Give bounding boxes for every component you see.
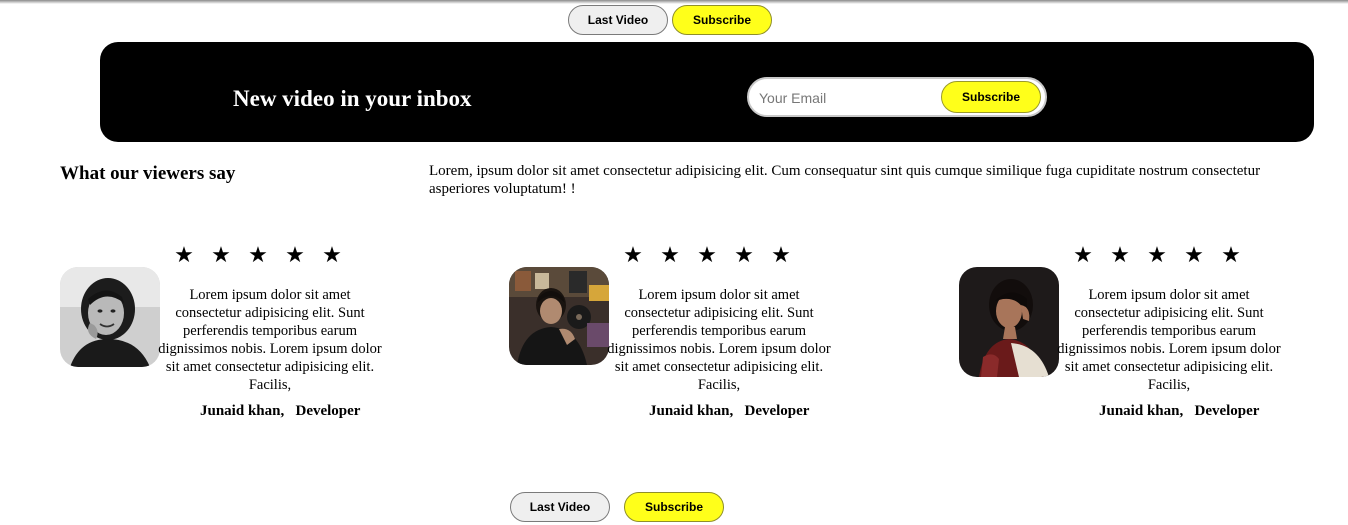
star-icon: ★ <box>285 242 305 267</box>
author-role: Developer <box>744 403 810 419</box>
email-form: Subscribe <box>747 77 1047 117</box>
review-author: Junaid khan, Developer <box>1099 403 1259 420</box>
last-video-button[interactable]: Last Video <box>510 492 610 522</box>
star-icon: ★ <box>1184 242 1204 267</box>
star-icon: ★ <box>1073 242 1093 267</box>
star-icon: ★ <box>734 242 754 267</box>
section-description: Lorem, ipsum dolor sit amet consectetur … <box>429 163 1261 197</box>
email-subscribe-button[interactable]: Subscribe <box>941 81 1041 113</box>
email-input[interactable] <box>759 88 939 108</box>
review-text: Lorem ipsum dolor sit amet consectetur a… <box>158 287 382 393</box>
star-icon: ★ <box>623 242 643 267</box>
star-rating: ★ ★ ★ ★ ★ <box>622 244 792 266</box>
star-rating: ★ ★ ★ ★ ★ <box>173 244 343 266</box>
star-icon: ★ <box>771 242 791 267</box>
author-name: Junaid khan, <box>1099 403 1184 419</box>
star-icon: ★ <box>1110 242 1130 267</box>
subscribe-button[interactable]: Subscribe <box>624 492 724 522</box>
author-role: Developer <box>295 403 361 419</box>
author-role: Developer <box>1194 403 1260 419</box>
top-shadow <box>0 0 1348 4</box>
avatar <box>959 267 1059 377</box>
last-video-button[interactable]: Last Video <box>568 5 668 35</box>
star-icon: ★ <box>211 242 231 267</box>
star-icon: ★ <box>248 242 268 267</box>
star-rating: ★ ★ ★ ★ ★ <box>1072 244 1242 266</box>
star-icon: ★ <box>1221 242 1241 267</box>
star-icon: ★ <box>174 242 194 267</box>
subscribe-button[interactable]: Subscribe <box>672 5 772 35</box>
star-icon: ★ <box>697 242 717 267</box>
author-name: Junaid khan, <box>200 403 285 419</box>
author-name: Junaid khan, <box>649 403 734 419</box>
review-author: Junaid khan, Developer <box>649 403 809 420</box>
avatar <box>60 267 160 367</box>
section-title: What our viewers say <box>60 163 236 184</box>
banner-title: New video in your inbox <box>233 86 472 111</box>
review-author: Junaid khan, Developer <box>200 403 360 420</box>
star-icon: ★ <box>660 242 680 267</box>
star-icon: ★ <box>1147 242 1167 267</box>
review-card: ★ ★ ★ ★ ★ Lorem ipsum dolor sit amet con… <box>959 240 1299 430</box>
review-card: ★ ★ ★ ★ ★ Lorem ipsum dolor sit amet con… <box>509 240 849 430</box>
review-card: ★ ★ ★ ★ ★ Lorem ipsum dolor sit amet con… <box>60 240 400 430</box>
review-text: Lorem ipsum dolor sit amet consectetur a… <box>607 287 831 393</box>
newsletter-banner: New video in your inbox Subscribe <box>100 42 1314 142</box>
top-button-row: Last Video Subscribe <box>568 5 772 35</box>
bottom-button-row: Last Video Subscribe <box>510 492 724 522</box>
star-icon: ★ <box>322 242 342 267</box>
avatar <box>509 267 609 365</box>
review-text: Lorem ipsum dolor sit amet consectetur a… <box>1057 287 1281 393</box>
